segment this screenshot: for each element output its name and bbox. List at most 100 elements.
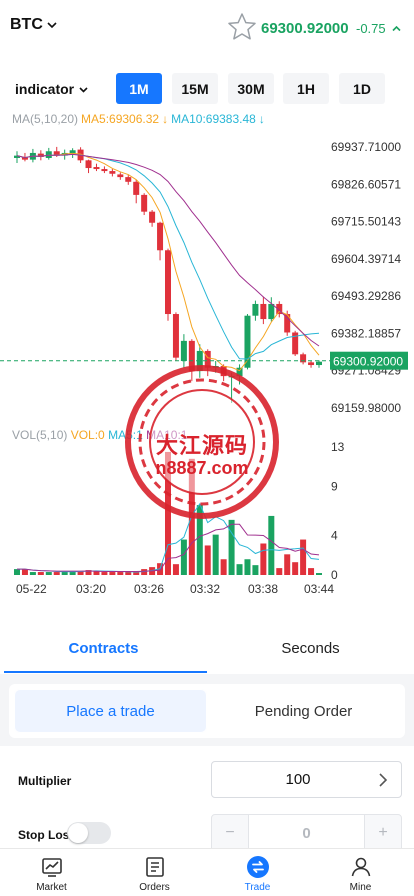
current-price-line: 69300.92000 (0, 351, 408, 370)
indicator-selector[interactable]: indicator (15, 81, 89, 97)
vol-value: VOL:0 (70, 428, 105, 442)
chevron-right-icon (379, 773, 388, 787)
trade-type-tabs: Contracts Seconds (0, 622, 414, 674)
candle (157, 221, 164, 261)
price-tick-label: 69937.71000 (331, 140, 401, 154)
timeframe-30m-button[interactable]: 30M (228, 73, 274, 104)
price-change: -0.75 (356, 21, 386, 36)
chevron-down-icon (79, 86, 88, 93)
volume-bar (172, 564, 179, 575)
nav-trade-label: Trade (244, 882, 271, 893)
mine-icon (351, 857, 371, 877)
volume-tick-label: 0 (331, 568, 338, 582)
order-form: Multiplier 100 Stop Loss − 0 + (0, 746, 414, 856)
stop-loss-stepper: − 0 + (211, 814, 402, 852)
candle (125, 175, 132, 185)
candle-body (252, 303, 259, 316)
tab-seconds[interactable]: Seconds (207, 622, 414, 674)
volume-bar (316, 573, 322, 575)
candle-body (268, 303, 275, 320)
timeframe-15m-button[interactable]: 15M (172, 73, 218, 104)
kline-chart[interactable]: 69937.71000 69826.60571 69715.50143 69604.3… (0, 130, 414, 600)
candle-body (157, 222, 164, 251)
volume-tick-label: 13 (331, 440, 345, 454)
nav-trade[interactable]: Trade (206, 849, 309, 896)
timeframe-1h-button[interactable]: 1H (283, 73, 329, 104)
trade-icon (247, 856, 269, 878)
chart-toolbar: indicator 1M 15M 30M 1H 1D (0, 72, 414, 106)
pair-label: BTC (10, 16, 43, 33)
chevron-down-icon (47, 22, 57, 29)
candle (268, 297, 275, 322)
star-icon[interactable] (226, 11, 258, 43)
stop-loss-input[interactable]: 0 (248, 815, 365, 851)
candle-body (204, 350, 211, 368)
volume-bar (292, 562, 299, 575)
candle (85, 159, 92, 174)
orders-icon (146, 857, 164, 877)
volume-bar (196, 505, 203, 575)
candle (109, 169, 116, 177)
multiplier-select[interactable]: 100 (211, 761, 402, 798)
timeframe-1m-button[interactable]: 1M (116, 73, 162, 104)
price-tick-label: 69382.18857 (331, 326, 401, 340)
price-tick-label: 69826.60571 (331, 177, 401, 191)
timeframe-1d-button[interactable]: 1D (339, 73, 385, 104)
nav-market[interactable]: Market (0, 849, 103, 896)
candle (133, 179, 140, 204)
volume-bar (212, 534, 219, 575)
candle (300, 352, 307, 365)
ma5-down-arrow-icon: ↓ (162, 112, 169, 126)
market-icon (42, 858, 62, 877)
candle-body (125, 177, 132, 182)
candle-body (212, 366, 219, 368)
candle-body (308, 362, 315, 366)
bottom-nav: Market Orders Trade Mine (0, 848, 414, 896)
candle (37, 150, 44, 161)
price-tick-label: 69493.29286 (331, 289, 401, 303)
stop-loss-decrement-button[interactable]: − (212, 815, 248, 851)
volume-bar (284, 554, 291, 575)
volume-bar (14, 569, 20, 575)
ma5-value: MA5:69306.32 (81, 112, 160, 126)
place-trade-button[interactable]: Place a trade (14, 689, 207, 733)
volume-axis: 13 9 4 0 (331, 440, 345, 582)
candle-body (101, 169, 108, 172)
candle (165, 248, 171, 321)
candle (45, 147, 52, 160)
time-axis: 05-22 03:20 03:26 03:32 03:38 03:44 (16, 582, 334, 596)
current-price-label: 69300.92000 (333, 355, 403, 369)
nav-mine[interactable]: Mine (309, 849, 412, 896)
candle-body (220, 366, 227, 377)
volume-bar (276, 568, 283, 575)
candle (252, 300, 259, 321)
pair-selector[interactable]: BTC (10, 16, 58, 34)
price-axis: 69937.71000 69826.60571 69715.50143 69604.3… (331, 140, 401, 415)
candle (212, 361, 219, 373)
volume-bar (236, 564, 243, 575)
candle-body (93, 167, 100, 170)
pending-order-button[interactable]: Pending Order (207, 689, 400, 733)
order-mode-segment: Place a trade Pending Order (9, 684, 405, 738)
volume-bar (252, 565, 259, 575)
candle (260, 296, 267, 325)
nav-mine-label: Mine (349, 882, 372, 893)
candle-body (236, 367, 243, 377)
multiplier-label: Multiplier (18, 774, 72, 788)
candle-body (117, 174, 124, 178)
tab-contracts[interactable]: Contracts (0, 622, 207, 674)
volume-bar (260, 543, 267, 575)
volume-bars (14, 451, 322, 575)
candle (228, 372, 235, 403)
stop-loss-toggle[interactable] (67, 822, 111, 844)
header: BTC 69300.92000 -0.75 (0, 0, 414, 56)
candle (93, 163, 100, 172)
indicator-label: indicator (15, 81, 75, 97)
nav-orders[interactable]: Orders (103, 849, 206, 896)
ma10-down-arrow-icon: ↓ (258, 112, 265, 126)
candle-body (180, 340, 187, 362)
time-tick-label: 03:38 (248, 582, 278, 596)
stop-loss-increment-button[interactable]: + (365, 815, 401, 851)
volume-bar (101, 572, 108, 575)
volume-bar (37, 572, 44, 575)
